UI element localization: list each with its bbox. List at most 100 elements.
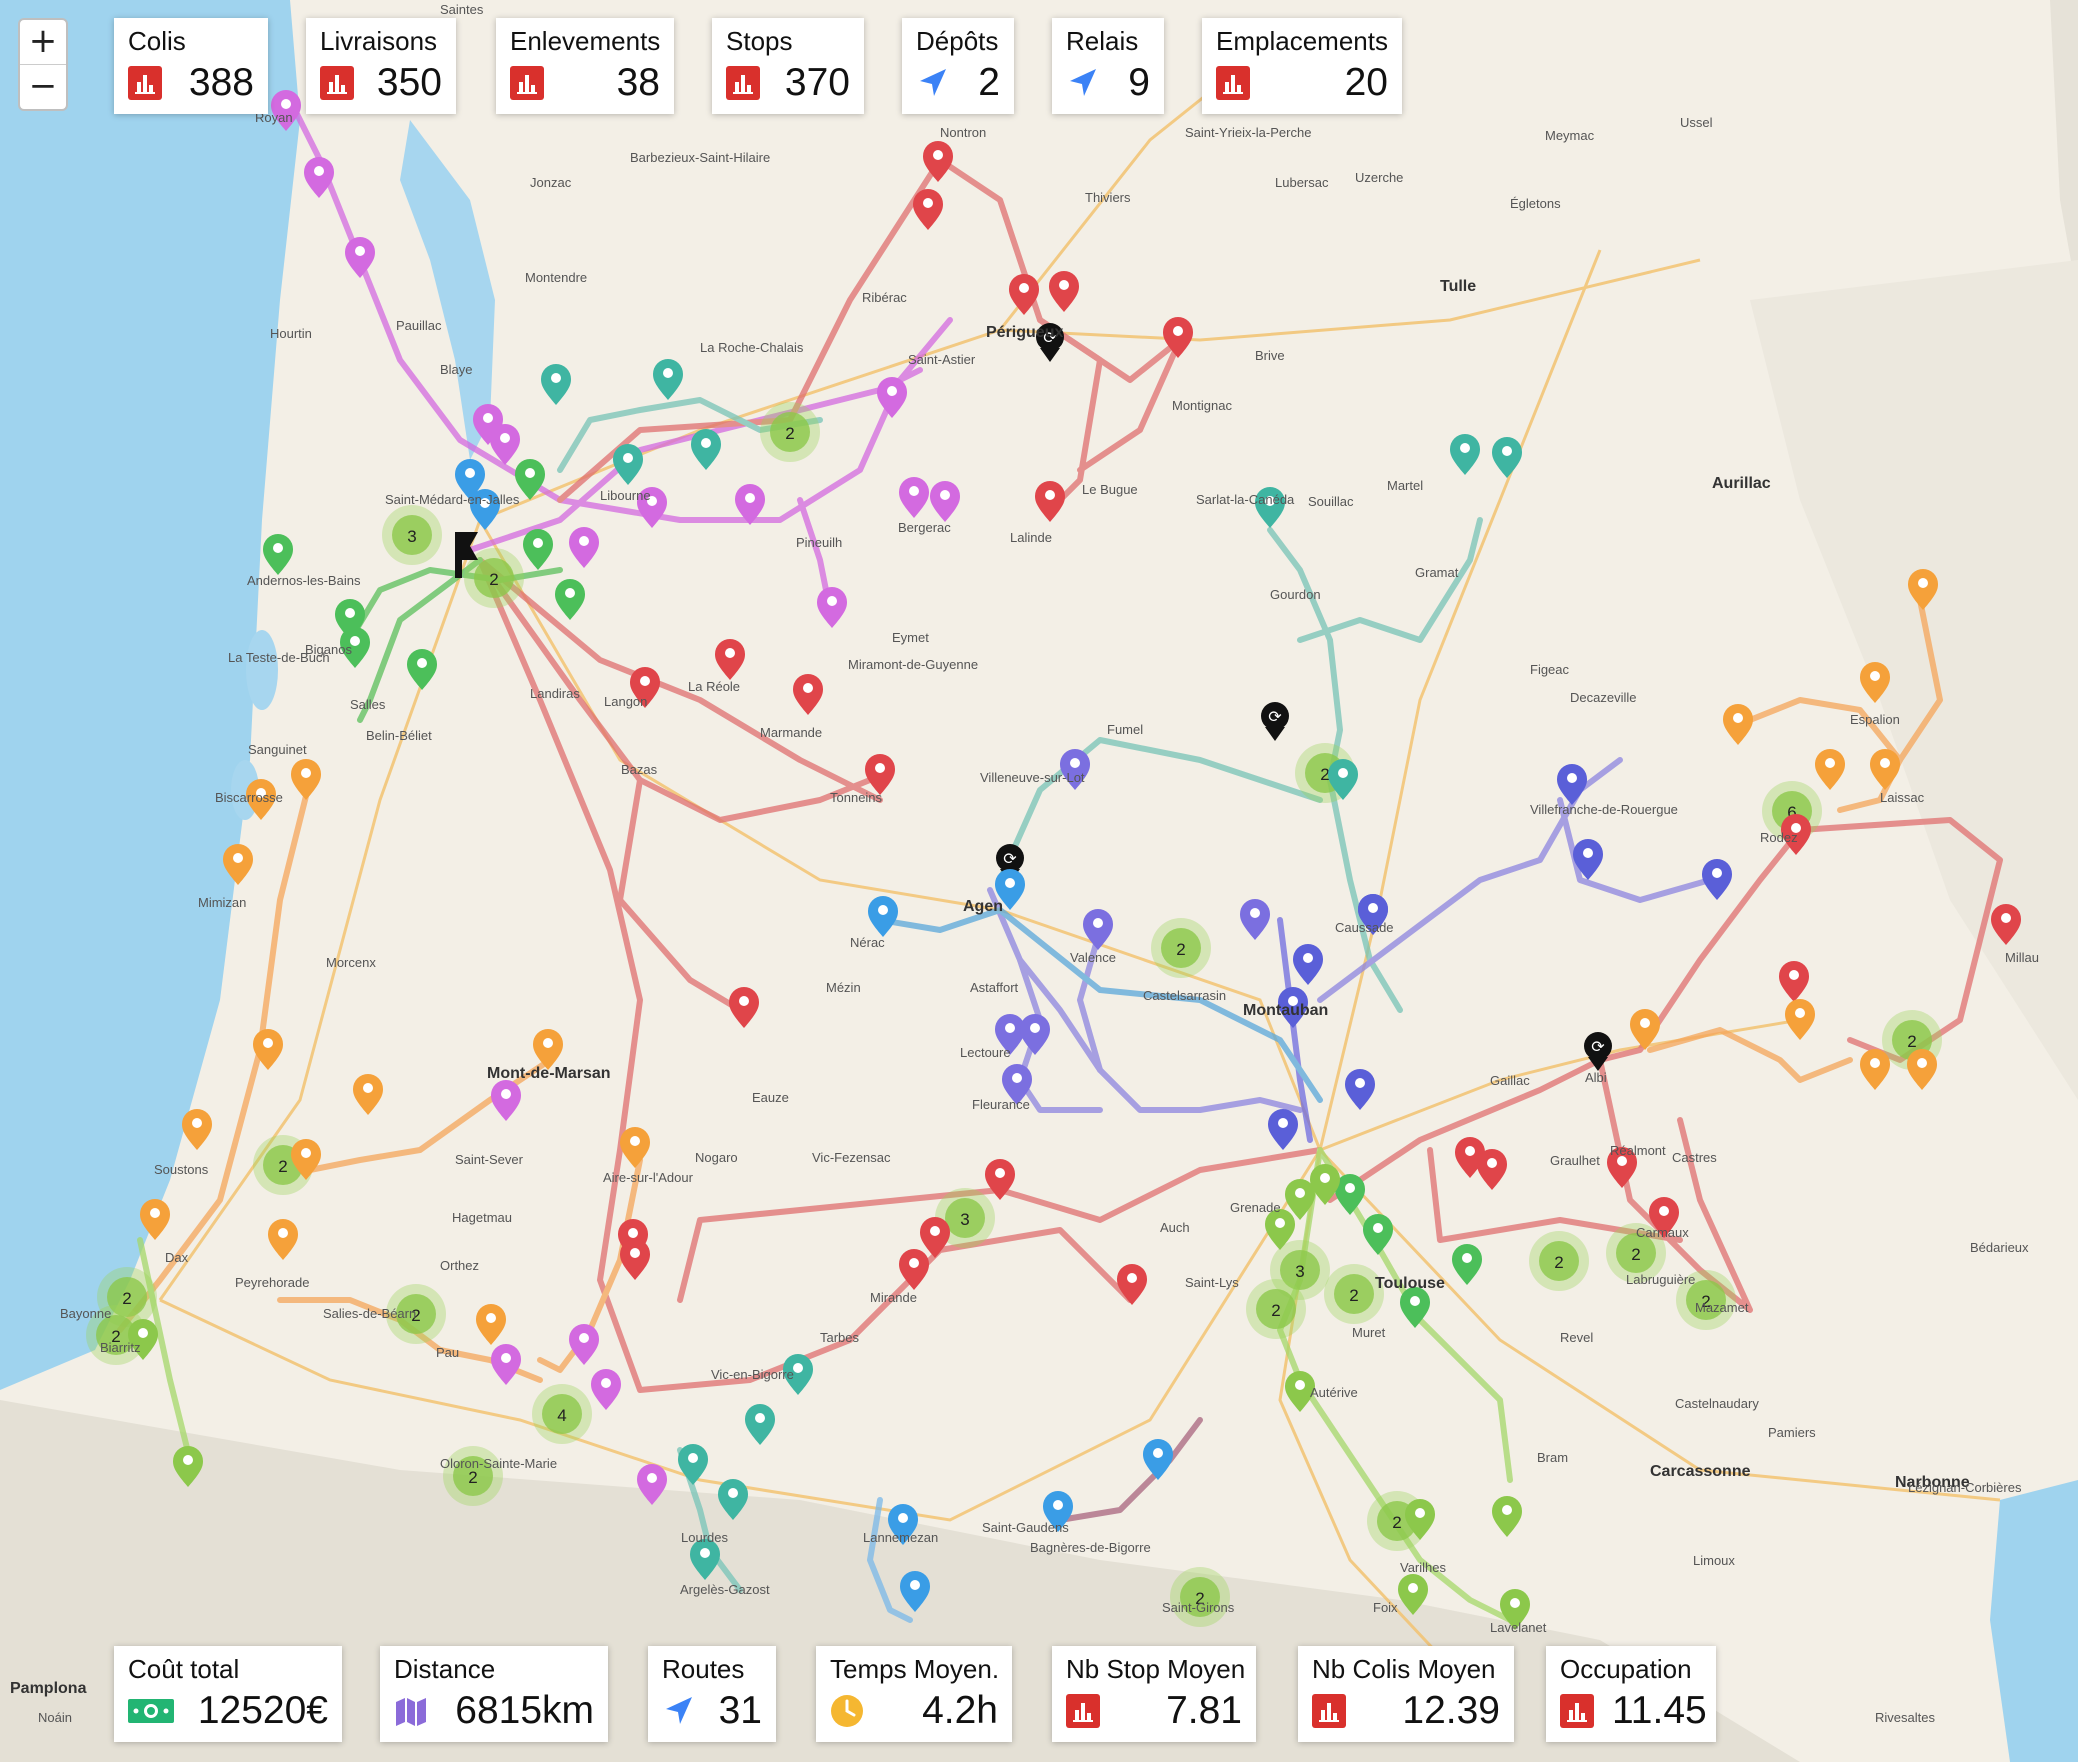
stop-pin[interactable]	[793, 674, 823, 715]
stop-pin[interactable]	[268, 1219, 298, 1260]
stop-pin[interactable]	[1492, 1496, 1522, 1537]
cluster-marker[interactable]: 4	[532, 1384, 592, 1444]
town-label: Mont-de-Marsan	[487, 1065, 611, 1082]
stop-pin[interactable]	[899, 477, 929, 518]
stat-value: 388	[188, 61, 254, 104]
stop-pin[interactable]	[1143, 1439, 1173, 1480]
stop-pin[interactable]	[1268, 1109, 1298, 1150]
stop-pin[interactable]	[1477, 1149, 1507, 1190]
stop-pin[interactable]	[476, 1304, 506, 1345]
stop-pin[interactable]	[182, 1109, 212, 1150]
stop-pin[interactable]	[1723, 704, 1753, 745]
town-label: Montignac	[1172, 398, 1232, 413]
location-arrow-icon	[662, 1694, 696, 1728]
stop-pin[interactable]	[1020, 1014, 1050, 1055]
stop-pin[interactable]	[1452, 1244, 1482, 1285]
stop-pin[interactable]	[291, 759, 321, 800]
stop-pin[interactable]	[715, 639, 745, 680]
stop-pin[interactable]	[620, 1239, 650, 1280]
svg-text:3: 3	[1295, 1262, 1304, 1281]
cluster-marker[interactable]: 2	[760, 402, 820, 462]
stop-pin[interactable]	[1785, 999, 1815, 1040]
stop-pin[interactable]	[569, 527, 599, 568]
cluster-marker[interactable]: 3	[382, 505, 442, 565]
cluster-marker[interactable]: 2	[1529, 1231, 1589, 1291]
stop-pin[interactable]	[729, 987, 759, 1028]
stop-pin[interactable]	[569, 1324, 599, 1365]
town-label: Barbezieux-Saint-Hilaire	[630, 150, 771, 165]
town-label: Foix	[1373, 1600, 1398, 1615]
stop-pin[interactable]	[1907, 1049, 1937, 1090]
stat-value: 6815km	[455, 1689, 594, 1732]
stop-pin[interactable]	[541, 364, 571, 405]
cluster-marker[interactable]: 2	[1246, 1279, 1306, 1339]
stat-card-temps-moyen: Temps Moyen. 4.2h	[816, 1646, 1012, 1742]
stat-value: 12520€	[197, 1689, 328, 1732]
town-label: Villeneuve-sur-Lot	[980, 770, 1085, 785]
stop-pin[interactable]	[1083, 909, 1113, 950]
stop-pin[interactable]	[1860, 1049, 1890, 1090]
stop-pin[interactable]	[868, 896, 898, 937]
zoom-control[interactable]: + −	[18, 18, 68, 111]
stop-pin[interactable]	[1049, 271, 1079, 312]
stop-pin[interactable]	[877, 377, 907, 418]
town-label: Noáin	[38, 1710, 72, 1725]
stop-pin[interactable]	[345, 237, 375, 278]
stat-card-nb-stop-moyen: Nb Stop Moyen 7.81	[1052, 1646, 1256, 1742]
stop-pin[interactable]	[1870, 749, 1900, 790]
town-label: Aurillac	[1712, 475, 1771, 492]
stop-pin[interactable]	[523, 529, 553, 570]
stop-pin[interactable]	[555, 579, 585, 620]
clock-icon	[830, 1694, 864, 1728]
stop-pin[interactable]	[304, 157, 334, 198]
town-label: Carcassonne	[1650, 1463, 1751, 1480]
stop-pin[interactable]	[1117, 1264, 1147, 1305]
stop-pin[interactable]	[865, 754, 895, 795]
stop-pin[interactable]	[817, 587, 847, 628]
stop-pin[interactable]	[1779, 961, 1809, 1002]
stop-pin[interactable]	[1345, 1069, 1375, 1110]
stop-pin[interactable]	[1702, 859, 1732, 900]
stop-pin[interactable]	[1240, 899, 1270, 940]
stop-pin[interactable]	[491, 1344, 521, 1385]
depot-marker[interactable]: ⟳	[1261, 702, 1289, 741]
stop-pin[interactable]	[678, 1444, 708, 1485]
stop-pin[interactable]	[913, 189, 943, 230]
stop-pin[interactable]	[1363, 1214, 1393, 1255]
stop-pin[interactable]	[691, 429, 721, 470]
stop-pin[interactable]	[533, 1029, 563, 1070]
stop-pin[interactable]	[407, 649, 437, 690]
stop-pin[interactable]	[745, 1404, 775, 1445]
stop-pin[interactable]	[620, 1127, 650, 1168]
stop-pin[interactable]	[1450, 434, 1480, 475]
stop-pin[interactable]	[1035, 481, 1065, 522]
stat-label: Coût total	[128, 1654, 240, 1684]
town-label: Oloron-Sainte-Marie	[440, 1456, 558, 1471]
stop-pin[interactable]	[653, 359, 683, 400]
cluster-marker[interactable]: 2	[1151, 918, 1211, 978]
stat-card-depots: Dépôts 2	[902, 18, 1014, 114]
stat-card-relais: Relais 9	[1052, 18, 1164, 114]
cluster-marker[interactable]: 2	[1170, 1567, 1230, 1627]
cluster-marker[interactable]: 2	[443, 1446, 503, 1506]
stop-pin[interactable]	[930, 481, 960, 522]
town-label: Castelsarrasin	[1143, 988, 1227, 1003]
svg-text:2: 2	[1392, 1513, 1401, 1532]
town-label: Le Bugue	[1082, 482, 1138, 497]
town-label: Gaillac	[1490, 1073, 1530, 1088]
route-map[interactable]: 2 3 2 2 6 2 2 2 3 2 2 2 4 2 3 2 2 2 2 2 …	[0, 0, 2078, 1762]
stop-pin[interactable]	[1492, 437, 1522, 478]
stop-pin[interactable]	[491, 1080, 521, 1121]
cluster-marker[interactable]: 2	[1324, 1264, 1384, 1324]
stop-pin[interactable]	[263, 534, 293, 575]
town-label: Gramat	[1415, 565, 1459, 580]
stop-pin[interactable]	[613, 444, 643, 485]
stop-pin[interactable]	[1293, 944, 1323, 985]
zoom-out-button[interactable]: −	[20, 65, 66, 109]
stop-pin[interactable]	[591, 1369, 621, 1410]
stop-pin[interactable]	[1815, 749, 1845, 790]
bar-chart-icon	[1560, 1694, 1594, 1728]
stop-pin[interactable]	[353, 1074, 383, 1115]
zoom-in-button[interactable]: +	[20, 20, 66, 65]
town-label: Toulouse	[1375, 1275, 1445, 1292]
